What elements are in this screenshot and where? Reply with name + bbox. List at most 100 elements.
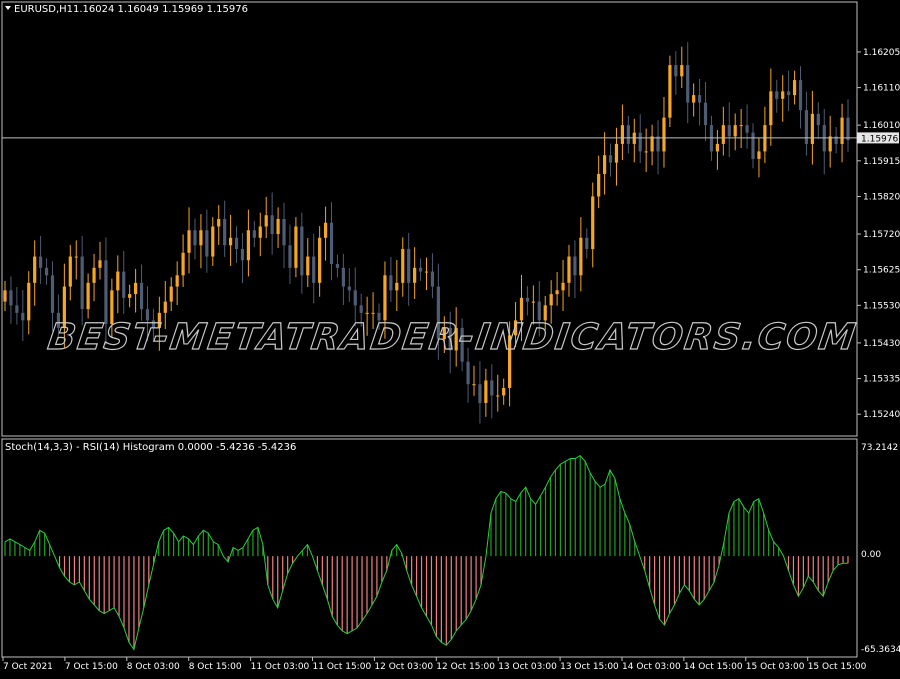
candle-body bbox=[341, 267, 345, 287]
candle-body bbox=[531, 301, 535, 303]
time-tick-label: 12 Oct 15:00 bbox=[436, 662, 495, 672]
candle-body bbox=[294, 226, 298, 268]
candle-body bbox=[187, 230, 191, 253]
candle-body bbox=[175, 275, 179, 287]
candle-body bbox=[318, 237, 322, 283]
candle-body bbox=[781, 91, 785, 99]
candle-body bbox=[703, 102, 708, 126]
candle-body bbox=[727, 125, 731, 137]
time-tick-label: 11 Oct 15:00 bbox=[313, 662, 372, 672]
candle-body bbox=[371, 312, 375, 314]
candle-body bbox=[359, 305, 363, 313]
candle-body bbox=[205, 230, 209, 257]
candle-body bbox=[3, 290, 7, 302]
candle-body bbox=[193, 230, 197, 246]
price-tick-label: 1.16205 bbox=[863, 48, 900, 58]
time-tick-label: 13 Oct 03:00 bbox=[498, 662, 557, 672]
candle-body bbox=[33, 256, 37, 283]
candle-body bbox=[430, 271, 435, 287]
candle-body bbox=[757, 151, 761, 159]
candle-body bbox=[44, 267, 49, 276]
current-price-label: 1.15976 bbox=[861, 134, 898, 144]
chart-window[interactable]: 1.16205 1.16110 1.16010 1.15915 1.15820 1.157… bbox=[0, 0, 900, 675]
indicator-zero-label: 0.00 bbox=[861, 550, 881, 560]
price-tick-label: 1.15625 bbox=[863, 266, 900, 276]
candle-body bbox=[804, 110, 809, 144]
candle-body bbox=[816, 113, 820, 126]
price-tick-label: 1.15335 bbox=[863, 375, 900, 385]
candle-body bbox=[50, 275, 55, 313]
price-axis: 1.16205 1.16110 1.16010 1.15915 1.15820 1.157… bbox=[857, 48, 900, 420]
indicator-title: Stoch(14,3,3) - RSI(14) Histogram 0.0000… bbox=[5, 442, 296, 453]
time-tick-label: 8 Oct 15:00 bbox=[189, 662, 242, 672]
indicator-min-label: -65.3634 bbox=[861, 645, 900, 655]
candle-body bbox=[644, 151, 648, 153]
candle-body bbox=[810, 113, 814, 144]
main-chart-frame bbox=[1, 1, 858, 437]
candle-body bbox=[525, 297, 530, 302]
candle-body bbox=[692, 95, 696, 103]
candle-body bbox=[650, 136, 654, 152]
candle-body bbox=[638, 132, 642, 152]
candle-body bbox=[300, 226, 304, 276]
candle-body bbox=[288, 245, 292, 268]
time-tick-label: 7 Oct 15:00 bbox=[65, 662, 118, 672]
candle-body bbox=[9, 290, 13, 306]
candle-body bbox=[383, 275, 387, 321]
candle-body bbox=[555, 290, 559, 295]
candle-body bbox=[424, 271, 429, 273]
candle-body bbox=[240, 249, 245, 261]
candle-body bbox=[139, 282, 144, 310]
watermark-text: BEST-METATRADER-INDICATORS.COM bbox=[45, 315, 860, 358]
candle-body bbox=[246, 230, 251, 261]
symbol-label: EURUSD,H1 bbox=[14, 4, 73, 15]
candle-body bbox=[323, 222, 328, 238]
candle-body bbox=[134, 282, 138, 295]
chart-canvas[interactable]: 1.16205 1.16110 1.16010 1.15915 1.15820 1.157… bbox=[0, 0, 900, 675]
indicator-max-label: 73.2142 bbox=[861, 443, 898, 453]
candle-body bbox=[792, 80, 797, 96]
time-tick-label: 15 Oct 15:00 bbox=[808, 662, 867, 672]
candle-body bbox=[620, 125, 625, 144]
ohlc-label: 1.16024 1.16049 1.15969 1.15976 bbox=[73, 4, 248, 15]
candle-body bbox=[181, 252, 185, 276]
candle-body bbox=[840, 117, 844, 144]
price-tick-label: 1.15530 bbox=[863, 301, 900, 311]
candle-body bbox=[276, 219, 280, 235]
candle-body bbox=[86, 282, 90, 310]
candle-body bbox=[721, 125, 725, 144]
candle-body bbox=[21, 312, 25, 321]
candle-body bbox=[472, 384, 476, 386]
candle-body bbox=[228, 237, 233, 246]
candle-body bbox=[389, 275, 393, 291]
time-tick-label: 12 Oct 03:00 bbox=[374, 662, 433, 672]
candle-body bbox=[656, 136, 660, 152]
candle-body bbox=[401, 249, 405, 283]
candle-body bbox=[312, 256, 316, 283]
candle-body bbox=[745, 125, 749, 133]
candle-body bbox=[347, 286, 351, 291]
price-tick-label: 1.15430 bbox=[863, 339, 900, 349]
candle-body bbox=[484, 380, 488, 403]
candle-body bbox=[98, 260, 102, 268]
candle-body bbox=[74, 256, 78, 258]
candle-body bbox=[680, 65, 684, 77]
price-tick-label: 1.15915 bbox=[863, 157, 900, 167]
candle-body bbox=[199, 230, 203, 246]
candle-body bbox=[733, 125, 737, 137]
candle-body bbox=[602, 155, 607, 174]
candle-body bbox=[264, 215, 268, 227]
candle-body bbox=[418, 267, 423, 272]
candle-body bbox=[591, 196, 595, 250]
candle-body bbox=[561, 282, 565, 291]
candle-body bbox=[597, 173, 601, 197]
candle-body bbox=[549, 294, 553, 306]
time-tick-label: 15 Oct 03:00 bbox=[746, 662, 805, 672]
candle-body bbox=[68, 256, 72, 287]
candle-body bbox=[282, 219, 286, 246]
price-tick-label: 1.16010 bbox=[863, 121, 900, 131]
candle-body bbox=[353, 290, 357, 306]
candle-body bbox=[739, 125, 743, 127]
candle-body bbox=[39, 256, 43, 268]
candle-body bbox=[413, 267, 417, 283]
